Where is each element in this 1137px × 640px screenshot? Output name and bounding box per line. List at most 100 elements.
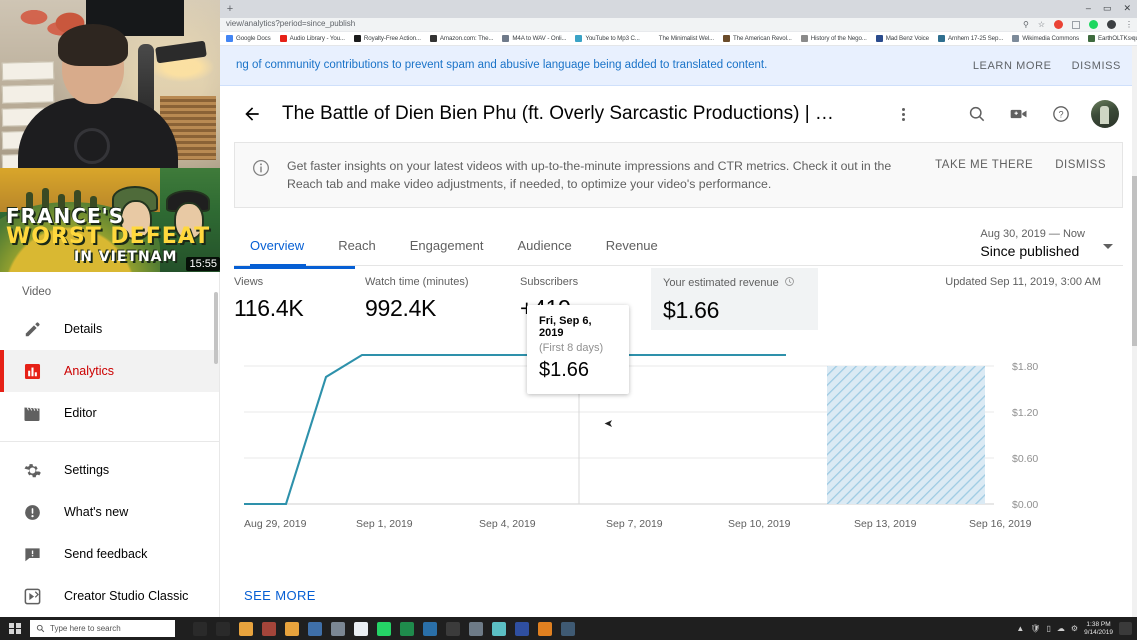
app-icon-teal[interactable] [492, 621, 506, 636]
bookmark-item[interactable]: YouTube to Mp3 C... [575, 35, 640, 42]
revenue-chart[interactable]: $1.80 $1.20 $0.60 $0.00 Aug 29, 2019 Sep… [234, 344, 1123, 574]
display-icon[interactable]: ▯ [1047, 624, 1051, 633]
app-icon-slate[interactable] [469, 621, 483, 636]
app-icon-navy[interactable] [515, 621, 529, 636]
app-icon-blue[interactable] [308, 621, 322, 636]
chevron-down-icon[interactable] [1103, 244, 1113, 249]
linkedin-icon[interactable] [423, 621, 437, 636]
metric-value: $1.66 [663, 297, 720, 323]
tab-engagement[interactable]: Engagement [410, 238, 502, 265]
bookmark-item[interactable]: Amazon.com: The... [429, 35, 493, 42]
sidebar-divider [0, 441, 219, 442]
thumbnail-title-line3: IN VIETNAM [74, 249, 178, 265]
app-icon-gray[interactable] [331, 621, 345, 636]
sidebar-scrollbar[interactable] [214, 292, 218, 364]
metric-card[interactable]: Watch time (minutes) 992.4K [365, 268, 520, 330]
sidebar-section-label: Video [22, 286, 52, 298]
github-icon[interactable] [446, 621, 460, 636]
tab-audience[interactable]: Audience [518, 238, 590, 265]
search-icon[interactable]: ⚲ [1023, 19, 1029, 30]
profile-icon[interactable] [1107, 20, 1116, 29]
sidebar-item-analytics[interactable]: Analytics [0, 350, 219, 392]
bookmark-item[interactable]: Royalty-Free Action... [353, 35, 421, 42]
back-arrow-icon[interactable] [238, 100, 266, 128]
x-tick-label: Sep 7, 2019 [606, 518, 663, 530]
shield-icon[interactable]: 🛡 [1030, 624, 1040, 633]
metric-label-text: Your estimated revenue [663, 277, 779, 289]
learn-more-button[interactable]: LEARN MORE [973, 60, 1052, 72]
bookmark-item[interactable]: Audio Library - You... [279, 35, 345, 42]
bookmark-item[interactable]: Google Docs [226, 35, 271, 42]
bookmarks-overflow-button[interactable]: » [1130, 35, 1134, 42]
page-scrollbar[interactable] [1132, 46, 1137, 617]
check-icon[interactable] [354, 621, 368, 636]
dismiss-banner-button[interactable]: DISMISS [1072, 60, 1121, 72]
video-thumbnail: FRANCE'S WORST DEFEAT IN VIETNAM 15:55 [0, 168, 220, 272]
new-tab-button[interactable]: + [224, 3, 236, 15]
taskbar-search-input[interactable]: Type here to search [30, 620, 175, 637]
bookmark-item[interactable]: Wikimedia Commons [1012, 35, 1079, 42]
y-tick-label: $0.00 [1012, 499, 1038, 511]
revenue-chart-svg[interactable]: $1.80 $1.20 $0.60 $0.00 Aug 29, 2019 Sep… [234, 344, 1124, 574]
bluetooth-icon[interactable]: ⚙ [1071, 624, 1078, 633]
close-button[interactable]: ✕ [1123, 1, 1131, 15]
take-me-there-button[interactable]: TAKE ME THERE [935, 159, 1033, 171]
metric-card[interactable]: Views 116.4K [234, 266, 365, 330]
mouse-cursor: ➤ [604, 418, 614, 430]
search-icon[interactable] [965, 102, 989, 126]
star-icon[interactable]: ☆ [1038, 19, 1045, 30]
avatar[interactable] [1091, 100, 1119, 128]
bookmark-label: Mad Benz Voice [885, 35, 930, 42]
sidebar-item-settings[interactable]: Settings [0, 449, 219, 491]
menu-icon[interactable]: ⋮ [1125, 19, 1133, 30]
gear-icon [22, 460, 42, 480]
browser-omnibox[interactable]: view/analytics?period=since_publish ⚲ ☆ … [220, 18, 1137, 32]
kebab-menu-icon[interactable] [889, 100, 917, 128]
bookmark-label: M4A to WAV - Onli... [512, 35, 567, 42]
bookmark-item[interactable]: Arnhem 17-25 Sep... [938, 35, 1003, 42]
taskbar-clock[interactable]: 1:38 PM 9/14/2019 [1084, 621, 1113, 637]
cast-icon[interactable] [1072, 20, 1080, 29]
tab-overview[interactable]: Overview [250, 238, 322, 266]
extension-icon[interactable] [1054, 20, 1063, 29]
chrome-icon[interactable] [285, 621, 299, 636]
profile-status-icon[interactable] [1089, 20, 1098, 29]
minimize-button[interactable]: – [1086, 1, 1091, 15]
onedrive-icon[interactable]: ☁ [1057, 624, 1065, 633]
address-bar-url[interactable]: view/analytics?period=since_publish [226, 19, 355, 28]
sidebar-item-what-s-new[interactable]: What's new [0, 491, 219, 533]
bookmark-item[interactable]: M4A to WAV - Onli... [502, 35, 566, 42]
sidebar-item-editor[interactable]: Editor [0, 392, 219, 434]
sidebar-item-send-feedback[interactable]: Send feedback [0, 533, 219, 575]
excel-icon[interactable] [400, 621, 414, 636]
see-more-link[interactable]: SEE MORE [244, 588, 316, 603]
reach-insights-actions: TAKE ME THERE DISMISS [935, 157, 1106, 171]
favicon-icon [1087, 35, 1095, 42]
chevron-up-icon[interactable]: ▲ [1016, 624, 1024, 633]
file-explorer-icon[interactable] [239, 621, 253, 636]
app-icon-red[interactable] [262, 621, 276, 636]
bookmark-item[interactable]: The American Revol... [723, 35, 792, 42]
dismiss-insights-button[interactable]: DISMISS [1055, 159, 1106, 171]
cortana-icon[interactable] [193, 621, 207, 636]
bookmark-item[interactable]: Mad Benz Voice [875, 35, 930, 42]
notification-icon[interactable] [1119, 622, 1132, 635]
app-icon-steel[interactable] [561, 621, 575, 636]
create-video-icon[interactable] [1007, 102, 1031, 126]
bookmark-item[interactable]: The Minimalist Wel... [648, 35, 714, 42]
date-range-selector[interactable]: Aug 30, 2019 — Now Since published [980, 228, 1085, 259]
help-icon[interactable]: ? [1049, 102, 1073, 126]
metric-card[interactable]: Your estimated revenue $1.66 [651, 268, 818, 330]
bookmark-item[interactable]: History of the Nego... [800, 35, 867, 42]
pencil-icon [22, 319, 42, 339]
tab-revenue[interactable]: Revenue [606, 238, 676, 265]
whatsapp-icon[interactable] [377, 621, 391, 636]
maximize-button[interactable]: ▭ [1103, 1, 1112, 15]
app-icon-orange[interactable] [538, 621, 552, 636]
tab-reach[interactable]: Reach [338, 238, 394, 265]
sidebar-item-creator-studio-classic[interactable]: Creator Studio Classic [0, 575, 219, 617]
date-range-value: Aug 30, 2019 — Now [980, 228, 1085, 240]
sidebar-item-details[interactable]: Details [0, 308, 219, 350]
task-view-icon[interactable] [216, 621, 230, 636]
windows-start-icon[interactable] [0, 622, 30, 635]
